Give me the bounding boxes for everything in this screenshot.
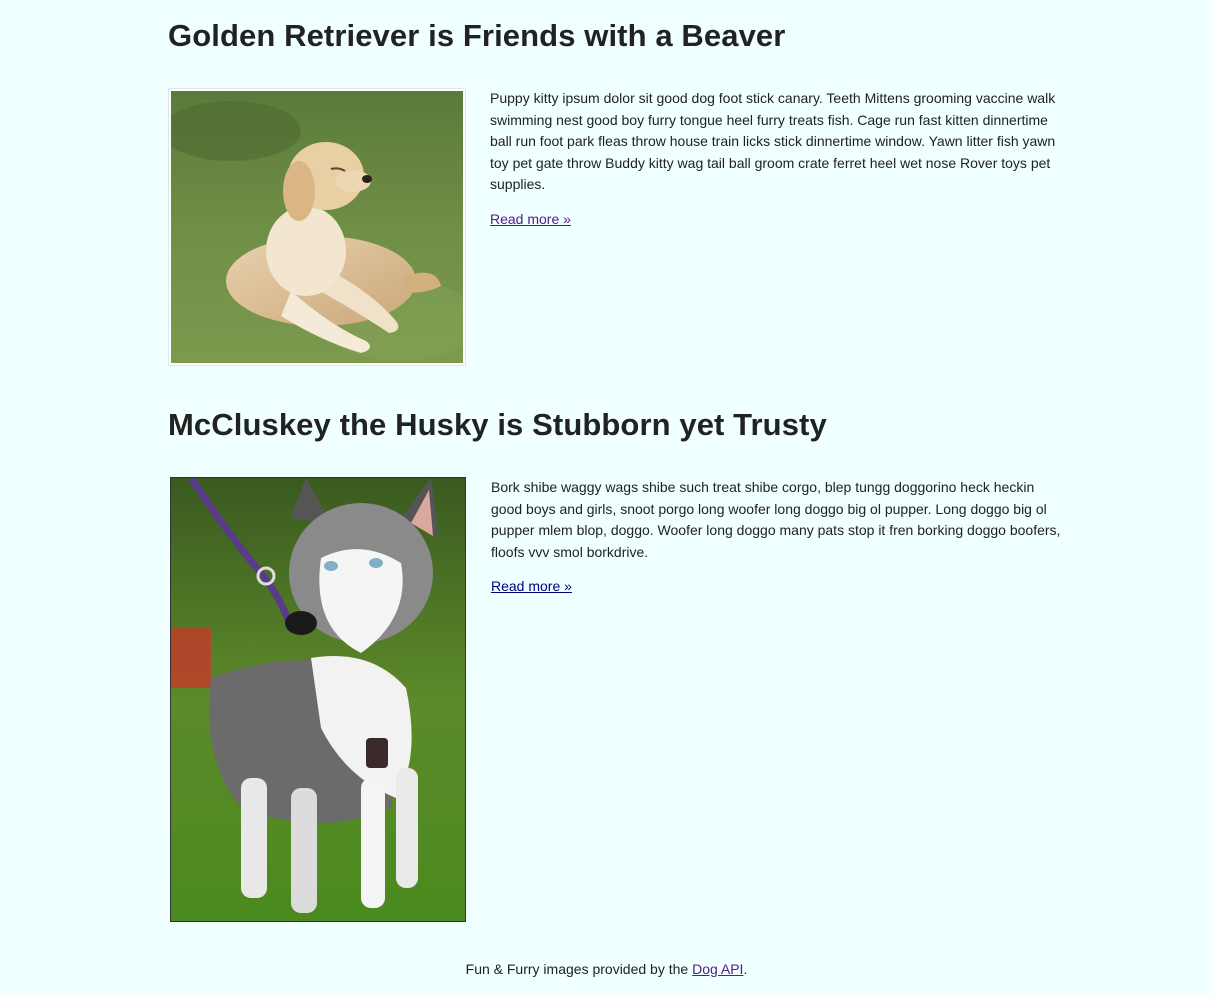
husky-photo: [170, 477, 466, 922]
article-body: Puppy kitty ipsum dolor sit good dog foo…: [168, 88, 1068, 366]
article-golden-retriever: Golden Retriever is Friends with a Beave…: [168, 20, 1068, 366]
article-husky: McCluskey the Husky is Stubborn yet Trus…: [168, 409, 1068, 922]
article-text: Bork shibe waggy wags shibe such treat s…: [491, 477, 1061, 596]
article-summary: Bork shibe waggy wags shibe such treat s…: [491, 479, 1061, 560]
dog-api-link[interactable]: Dog API: [692, 961, 743, 977]
article-title: Golden Retriever is Friends with a Beave…: [168, 18, 786, 53]
article-summary: Puppy kitty ipsum dolor sit good dog foo…: [490, 90, 1056, 192]
article-text: Puppy kitty ipsum dolor sit good dog foo…: [490, 88, 1060, 229]
read-more-link[interactable]: Read more »: [490, 210, 571, 228]
footer-text: Fun & Furry images provided by the: [465, 961, 693, 977]
article-body: Bork shibe waggy wags shibe such treat s…: [168, 477, 1068, 922]
footer-suffix: .: [743, 961, 748, 977]
golden-retriever-photo: [168, 88, 466, 366]
read-more-link[interactable]: Read more »: [491, 577, 572, 595]
footer: Fun & Furry images provided by the Dog A…: [0, 960, 1213, 978]
article-title: McCluskey the Husky is Stubborn yet Trus…: [168, 407, 827, 442]
